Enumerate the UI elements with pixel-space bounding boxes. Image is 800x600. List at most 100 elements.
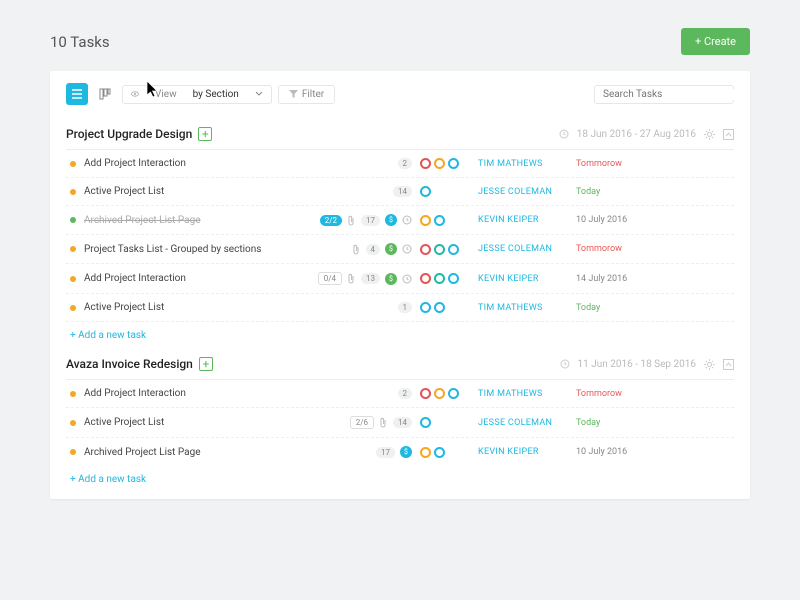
task-badges: 2/614 — [312, 416, 412, 429]
task-badges: 2 — [312, 158, 412, 169]
task-row[interactable]: Active Project List 14 JESSE COLEMAN Today — [66, 178, 734, 206]
tag-ring — [434, 215, 445, 226]
assignee[interactable]: KEVIN KEIPER — [478, 215, 568, 225]
assignee[interactable]: JESSE COLEMAN — [478, 418, 568, 428]
assignee[interactable]: TIM MATHEWS — [478, 303, 568, 313]
collapse-icon[interactable] — [723, 359, 734, 370]
clock-icon — [402, 215, 412, 225]
count-badge: 14 — [393, 186, 412, 197]
status-dot — [70, 276, 76, 282]
search-input[interactable] — [603, 89, 736, 100]
progress-badge: 0/4 — [318, 272, 342, 285]
assignee[interactable]: TIM MATHEWS — [478, 389, 568, 399]
attachment-icon — [379, 417, 388, 428]
add-section-task-button[interactable]: + — [199, 357, 213, 371]
due-date: 10 July 2016 — [576, 447, 636, 457]
task-row[interactable]: Add Project Interaction2TIM MATHEWSTommo… — [66, 380, 734, 408]
task-row[interactable]: Archived Project List Page17$KEVIN KEIPE… — [66, 438, 734, 466]
task-row[interactable]: Add Project Interaction 0/413$ KEVIN KEIPE… — [66, 264, 734, 294]
count-badge: 1 — [398, 302, 413, 313]
attachment-icon — [347, 215, 356, 226]
count-badge: 4 — [366, 244, 381, 255]
search-box[interactable] — [594, 85, 734, 104]
tag-ring — [434, 388, 445, 399]
task-name: Active Project List — [84, 417, 304, 428]
tag-ring — [434, 273, 445, 284]
tag-ring — [434, 447, 445, 458]
count-badge: 2 — [398, 388, 413, 399]
status-dot — [70, 246, 76, 252]
view-value: by Section — [193, 89, 239, 100]
tag-ring — [420, 388, 431, 399]
currency-badge: $ — [385, 214, 397, 226]
tag-ring — [420, 186, 431, 197]
task-name: Add Project Interaction — [84, 158, 304, 169]
create-button[interactable]: + Create — [681, 28, 750, 55]
currency-badge: $ — [385, 243, 397, 255]
tag-ring — [448, 273, 459, 284]
tag-ring — [448, 388, 459, 399]
section-title: Project Upgrade Design — [66, 127, 192, 141]
tag-ring — [434, 302, 445, 313]
task-badges: 1 — [312, 302, 412, 313]
eye-icon — [131, 90, 139, 98]
tag-ring — [420, 215, 431, 226]
status-dot — [70, 420, 76, 426]
tag-ring — [434, 158, 445, 169]
tag-ring — [420, 447, 431, 458]
due-date: Tommorow — [576, 244, 636, 254]
task-name: Archived Project List Page — [84, 215, 304, 226]
tag-ring — [420, 158, 431, 169]
task-row[interactable]: Add Project Interaction2TIM MATHEWSTommo… — [66, 150, 734, 178]
add-section-task-button[interactable]: + — [198, 127, 212, 141]
assignee[interactable]: KEVIN KEIPER — [478, 274, 568, 284]
status-dot — [70, 161, 76, 167]
due-date: Today — [576, 187, 636, 197]
assignee[interactable]: KEVIN KEIPER — [478, 447, 568, 457]
task-badges: 2/217$ — [312, 214, 412, 226]
task-name: Add Project Interaction — [84, 273, 304, 284]
add-task-link[interactable]: + Add a new task — [66, 322, 734, 349]
gear-icon[interactable] — [704, 359, 715, 370]
task-name: Active Project List — [84, 186, 304, 197]
task-row[interactable]: Active Project List1TIM MATHEWSToday — [66, 294, 734, 322]
task-name: Add Project Interaction — [84, 388, 304, 399]
status-dot — [70, 305, 76, 311]
assignee[interactable]: TIM MATHEWS — [478, 159, 568, 169]
view-board-icon[interactable] — [94, 83, 116, 105]
task-badges: 14 — [312, 186, 412, 197]
task-row[interactable]: Archived Project List Page 2/217$ KEVIN KE… — [66, 206, 734, 235]
progress-badge: 2/2 — [320, 215, 342, 226]
filter-label: Filter — [302, 89, 324, 100]
tag-ring — [448, 244, 459, 255]
due-date: Today — [576, 303, 636, 313]
status-dot — [70, 217, 76, 223]
add-task-link[interactable]: + Add a new task — [66, 466, 734, 493]
progress-badge: 2/6 — [350, 416, 374, 429]
count-badge: 2 — [398, 158, 413, 169]
tag-ring — [434, 244, 445, 255]
due-date: 10 July 2016 — [576, 215, 636, 225]
tag-rings — [420, 417, 470, 428]
tag-ring — [420, 417, 431, 428]
assignee[interactable]: JESSE COLEMAN — [478, 187, 568, 197]
assignee[interactable]: JESSE COLEMAN — [478, 244, 568, 254]
task-name: Project Tasks List - Grouped by sections — [84, 244, 304, 255]
view-list-icon[interactable] — [66, 83, 88, 105]
task-row[interactable]: Project Tasks List - Grouped by sections… — [66, 235, 734, 264]
task-card: View by Section Filter Project Upgrade D… — [50, 71, 750, 499]
tag-ring — [420, 302, 431, 313]
due-date: Today — [576, 418, 636, 428]
view-label: View — [155, 89, 177, 100]
task-row[interactable]: Active Project List 2/614 JESSE COLEMAN Tod… — [66, 408, 734, 438]
currency-badge: $ — [385, 273, 397, 285]
clock-icon — [560, 359, 570, 369]
task-badges: 17$ — [312, 446, 412, 458]
view-dropdown[interactable]: View by Section — [122, 85, 272, 104]
tag-rings — [420, 215, 470, 226]
collapse-icon[interactable] — [723, 129, 734, 140]
filter-button[interactable]: Filter — [278, 85, 335, 104]
gear-icon[interactable] — [704, 129, 715, 140]
task-badges: 0/413$ — [312, 272, 412, 285]
status-dot — [70, 189, 76, 195]
